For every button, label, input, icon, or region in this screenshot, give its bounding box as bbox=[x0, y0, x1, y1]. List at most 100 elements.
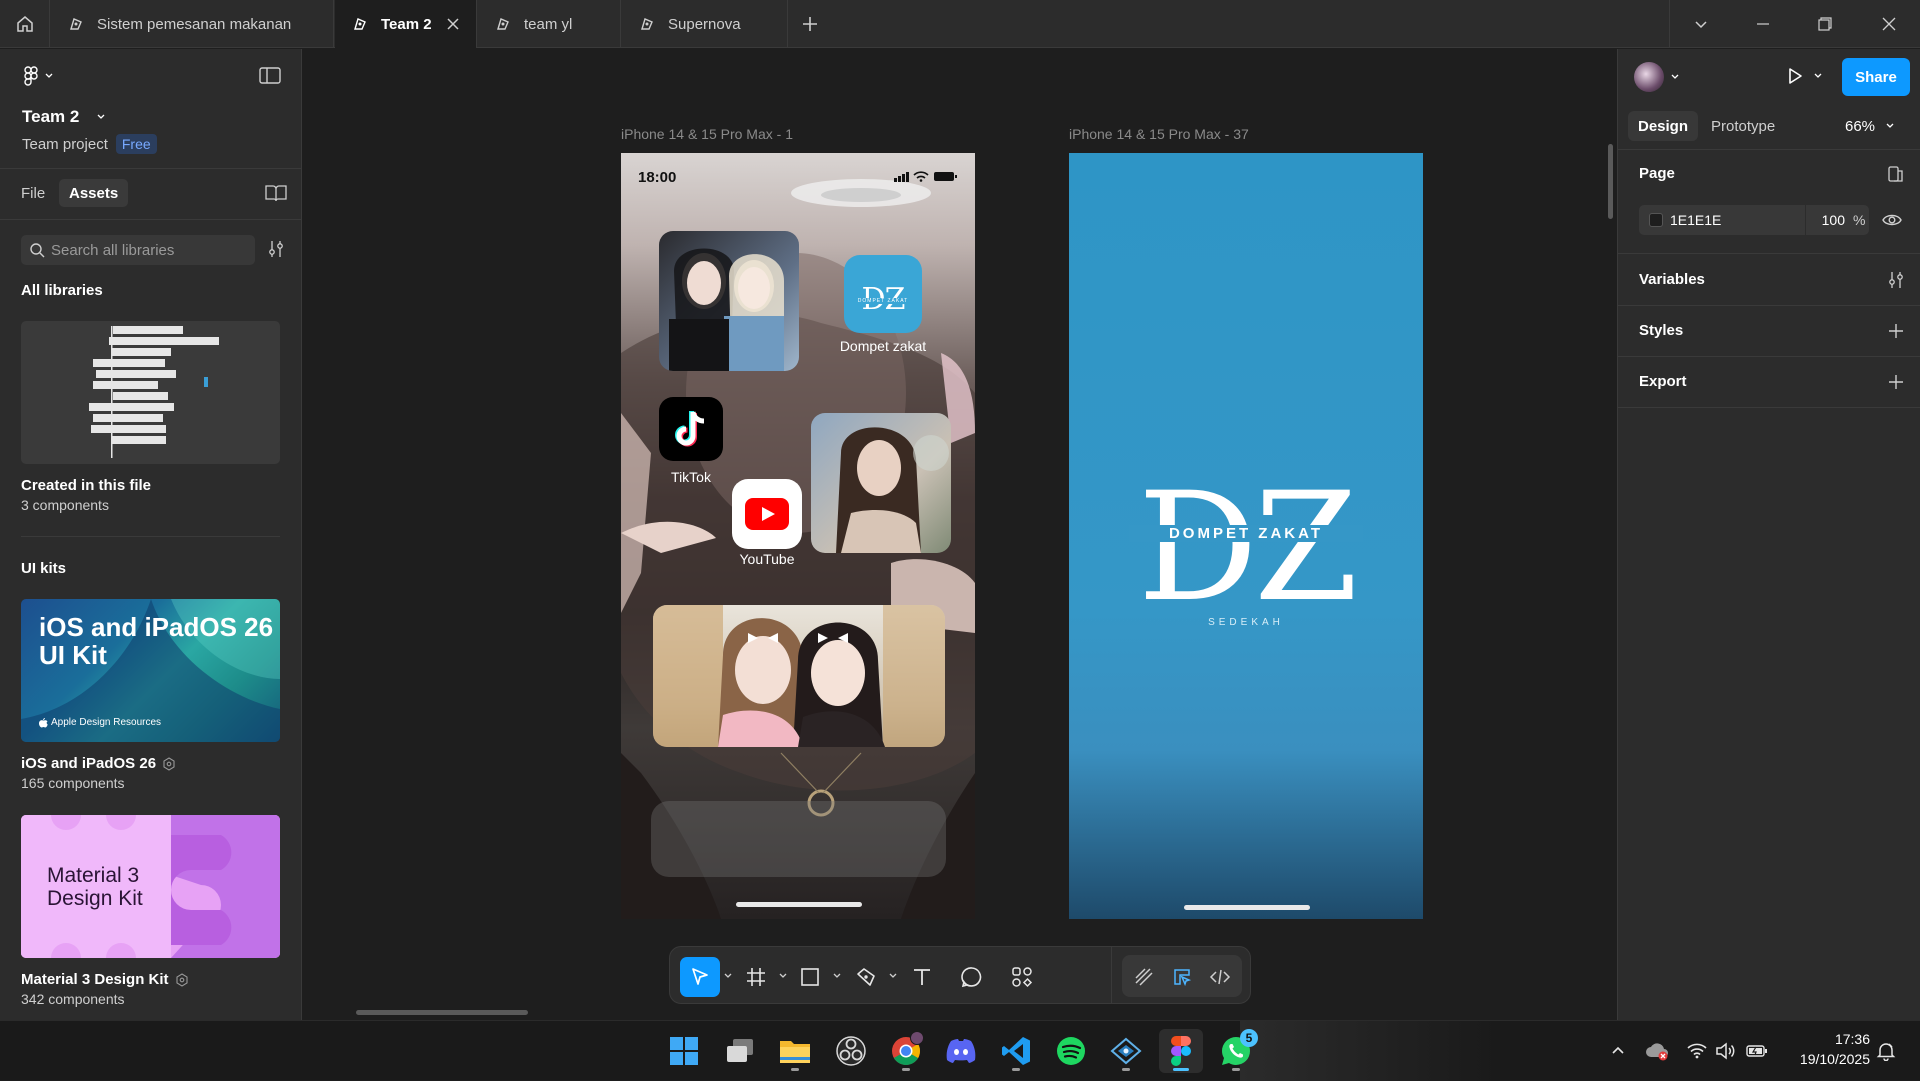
variables-heading[interactable]: Variables bbox=[1639, 271, 1705, 288]
youtube-app-icon[interactable] bbox=[732, 479, 802, 549]
sliders-icon bbox=[1889, 272, 1903, 288]
variables-settings-button[interactable] bbox=[1886, 270, 1906, 290]
library-filter-button[interactable] bbox=[267, 240, 285, 263]
chevron-down-icon[interactable] bbox=[886, 969, 900, 983]
design-mode-button[interactable] bbox=[1162, 957, 1202, 997]
tabs-dropdown-button[interactable] bbox=[1670, 0, 1732, 48]
search-libraries-field[interactable] bbox=[21, 235, 255, 265]
horizontal-scrollbar[interactable] bbox=[356, 1010, 528, 1015]
dompet-zakat-app-icon[interactable]: DZ DOMPET ZAKAT bbox=[844, 255, 922, 333]
pen-tool-button[interactable] bbox=[846, 957, 886, 997]
obs-icon bbox=[836, 1036, 866, 1066]
chevron-down-icon[interactable] bbox=[721, 969, 735, 983]
text-tool-button[interactable] bbox=[902, 957, 942, 997]
divider bbox=[21, 536, 280, 537]
taskbar-vscode[interactable] bbox=[994, 1029, 1038, 1073]
taskbar-discord[interactable] bbox=[939, 1029, 983, 1073]
actions-button[interactable] bbox=[1002, 957, 1042, 997]
comment-tool-button[interactable] bbox=[952, 957, 992, 997]
start-button[interactable] bbox=[662, 1029, 706, 1073]
add-export-button[interactable] bbox=[1886, 372, 1906, 392]
page-visibility-button[interactable] bbox=[1882, 211, 1902, 234]
move-tool-button[interactable] bbox=[680, 957, 720, 997]
add-style-button[interactable] bbox=[1886, 321, 1906, 341]
clock-button[interactable]: 17:36 19/10/2025 bbox=[1780, 1029, 1870, 1069]
tab-label: team yl bbox=[524, 15, 573, 33]
library-book-button[interactable] bbox=[265, 184, 287, 207]
close-window-button[interactable] bbox=[1858, 0, 1920, 48]
present-button[interactable] bbox=[1785, 66, 1823, 86]
search-input[interactable] bbox=[51, 241, 241, 259]
all-libraries-heading: All libraries bbox=[21, 282, 103, 299]
tab-file[interactable]: File bbox=[21, 179, 45, 207]
color-swatch[interactable] bbox=[1649, 213, 1663, 227]
running-indicator bbox=[1122, 1068, 1130, 1071]
shape-tool-button[interactable] bbox=[790, 957, 830, 997]
main-menu-button[interactable] bbox=[22, 66, 54, 86]
restore-button[interactable] bbox=[1794, 0, 1856, 48]
avatar bbox=[1634, 62, 1664, 92]
photo-widget[interactable] bbox=[811, 413, 951, 553]
right-panel: Share Design Prototype 66% Page 1E1E1E 1… bbox=[1617, 49, 1920, 1020]
frame-label[interactable]: iPhone 14 & 15 Pro Max - 1 bbox=[621, 126, 793, 142]
page-settings-button[interactable] bbox=[1886, 164, 1906, 184]
app-icon bbox=[1110, 1037, 1142, 1065]
tab-design[interactable]: Design bbox=[1628, 111, 1699, 141]
library-card-material[interactable]: Material 3 Design Kit bbox=[21, 815, 280, 958]
close-icon[interactable] bbox=[444, 15, 462, 33]
project-title[interactable]: Team 2 bbox=[22, 107, 106, 127]
taskbar-file-explorer[interactable] bbox=[773, 1029, 817, 1073]
user-avatar-menu[interactable] bbox=[1634, 62, 1680, 92]
apple-caption-text: Apple Design Resources bbox=[51, 717, 162, 728]
minimize-button[interactable] bbox=[1732, 0, 1794, 48]
volume-tray-button[interactable] bbox=[1713, 1039, 1737, 1063]
taskbar-figma[interactable] bbox=[1159, 1029, 1203, 1073]
new-tab-plus-icon[interactable] bbox=[798, 12, 822, 36]
phone-frame-home[interactable]: 18:00 DZ DOMPET ZAKAT Dompet zakat bbox=[621, 153, 975, 919]
vertical-scrollbar[interactable] bbox=[1608, 144, 1613, 219]
taskbar-whatsapp[interactable]: 5 bbox=[1214, 1029, 1258, 1073]
tab-prototype[interactable]: Prototype bbox=[1711, 111, 1775, 141]
share-button[interactable]: Share bbox=[1842, 58, 1910, 96]
canvas[interactable]: iPhone 14 & 15 Pro Max - 1 iPhone 14 & 1… bbox=[303, 49, 1616, 1020]
notifications-button[interactable] bbox=[1874, 1039, 1898, 1063]
tab-team-yl[interactable]: team yl bbox=[478, 0, 621, 48]
library-card-local[interactable] bbox=[21, 321, 280, 464]
taskbar-obs[interactable] bbox=[829, 1029, 873, 1073]
chevron-down-icon[interactable] bbox=[776, 969, 790, 983]
styles-heading[interactable]: Styles bbox=[1639, 322, 1683, 339]
apple-caption: Apple Design Resources bbox=[39, 717, 161, 728]
chevron-down-icon[interactable] bbox=[830, 969, 844, 983]
tab-sistem-pemesanan[interactable]: Sistem pemesanan makanan bbox=[51, 0, 334, 48]
home-button[interactable] bbox=[0, 0, 50, 48]
show-hidden-icons-button[interactable] bbox=[1606, 1039, 1630, 1063]
zoom-dropdown[interactable]: 66% bbox=[1845, 111, 1895, 141]
frame-label[interactable]: iPhone 14 & 15 Pro Max - 37 bbox=[1069, 126, 1249, 142]
page-opacity-value[interactable]: 100 bbox=[1811, 212, 1845, 228]
export-heading[interactable]: Export bbox=[1639, 373, 1687, 390]
page-color-hex[interactable]: 1E1E1E bbox=[1670, 212, 1721, 228]
tab-team-2[interactable]: Team 2 bbox=[335, 0, 477, 48]
onedrive-tray-button[interactable] bbox=[1645, 1039, 1669, 1063]
taskbar-app[interactable] bbox=[1104, 1029, 1148, 1073]
phone-frame-splash[interactable]: DZ DOMPET ZAKAT SEDEKAH bbox=[1069, 153, 1423, 919]
battery-tray-button[interactable] bbox=[1745, 1039, 1769, 1063]
photo-widget-wide[interactable] bbox=[653, 605, 945, 747]
draw-mode-button[interactable] bbox=[1124, 957, 1164, 997]
tab-label: Supernova bbox=[668, 15, 741, 33]
toggle-panel-button[interactable] bbox=[259, 67, 281, 90]
frame-tool-button[interactable] bbox=[736, 957, 776, 997]
tab-supernova[interactable]: Supernova bbox=[622, 0, 788, 48]
dev-mode-button[interactable] bbox=[1200, 957, 1240, 997]
plan-badge[interactable]: Free bbox=[115, 134, 157, 154]
page-color-field[interactable]: 1E1E1E 100 % bbox=[1639, 205, 1869, 235]
photo-widget[interactable] bbox=[659, 231, 799, 371]
tiktok-app-icon[interactable] bbox=[659, 397, 723, 461]
tab-assets[interactable]: Assets bbox=[59, 179, 129, 207]
library-card-ios[interactable]: iOS and iPadOS 26 UI Kit Apple Design Re… bbox=[21, 599, 280, 742]
task-view-button[interactable] bbox=[718, 1029, 762, 1073]
network-tray-button[interactable] bbox=[1685, 1039, 1709, 1063]
taskbar-chrome[interactable] bbox=[884, 1029, 928, 1073]
taskbar-spotify[interactable] bbox=[1049, 1029, 1093, 1073]
chevron-down-icon bbox=[1814, 73, 1822, 78]
